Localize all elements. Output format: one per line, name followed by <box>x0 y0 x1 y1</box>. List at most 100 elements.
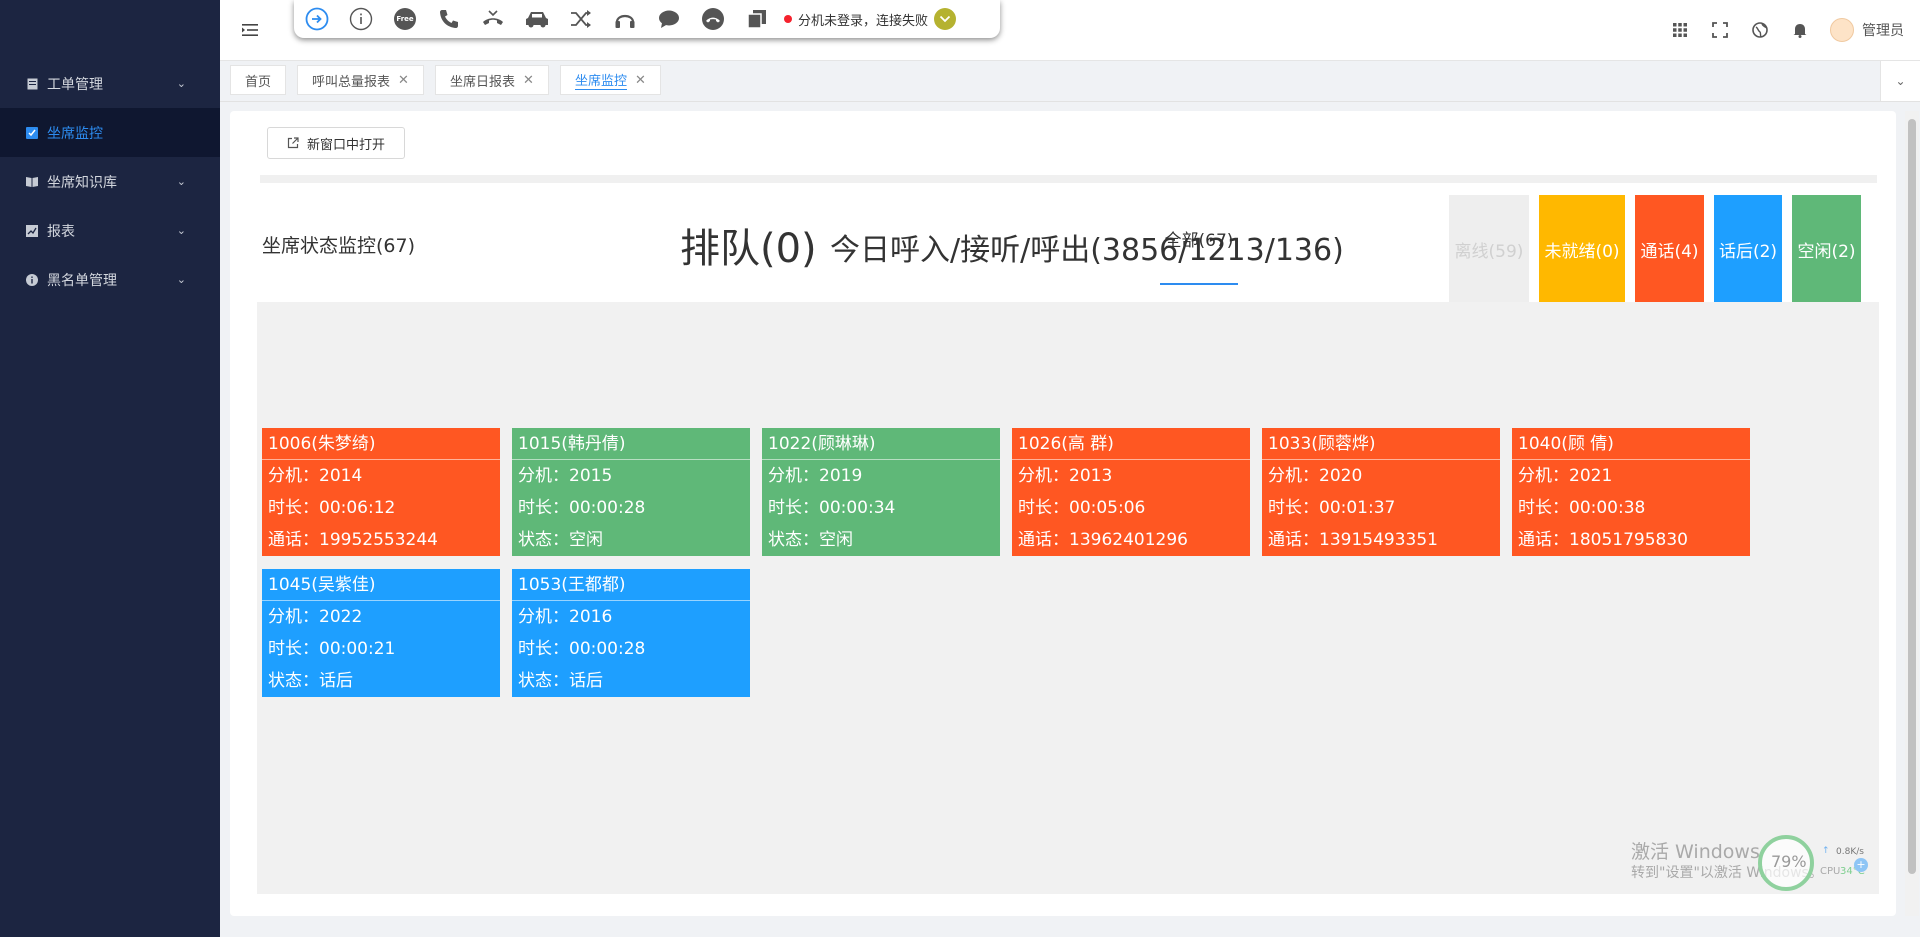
checkbox-icon <box>25 126 39 140</box>
status-dot <box>784 15 792 23</box>
filter-offline[interactable]: 离线(59) <box>1449 195 1529 303</box>
apps-grid-icon[interactable] <box>1670 20 1690 40</box>
sidebar-item-knowledge-base[interactable]: 坐席知识库 ⌄ <box>0 157 220 206</box>
agent-name: 1022(顾琳琳) <box>762 428 1000 460</box>
agent-extension: 分机：2022 <box>268 607 363 627</box>
filter-not-ready[interactable]: 未就绪(0) <box>1539 195 1625 303</box>
sidebar-item-agent-monitor[interactable]: 坐席监控 <box>0 108 220 157</box>
agent-name: 1006(朱梦绮) <box>262 428 500 460</box>
agent-card[interactable]: 1022(顾琳琳) 分机：2019 时长：00:00:34 状态：空闲 <box>762 428 1000 556</box>
agent-name: 1033(顾蓉烨) <box>1262 428 1500 460</box>
sidebar-item-reports[interactable]: 报表 ⌄ <box>0 206 220 255</box>
agent-extension: 分机：2014 <box>268 466 363 486</box>
login-icon[interactable] <box>304 6 330 32</box>
bell-icon[interactable] <box>1790 20 1810 40</box>
scrollbar[interactable] <box>1905 111 1919 916</box>
open-new-window-button[interactable]: 新窗口中打开 <box>267 127 405 159</box>
upload-arrow-icon: ↑ <box>1822 846 1830 856</box>
car-icon[interactable] <box>524 6 550 32</box>
agent-card[interactable]: 1040(顾 倩) 分机：2021 时长：00:00:38 通话：1805179… <box>1512 428 1750 556</box>
chart-icon <box>25 224 39 238</box>
collapse-menu-icon[interactable] <box>240 20 260 40</box>
extension-status: 分机未登录，连接失败 <box>784 8 957 30</box>
agent-name: 1015(韩丹倩) <box>512 428 750 460</box>
tab-label: 首页 <box>245 74 272 90</box>
agent-card[interactable]: 1045(吴紫佳) 分机：2022 时长：00:00:21 状态：话后 <box>262 569 500 697</box>
username[interactable]: 管理员 <box>1862 20 1904 40</box>
cpu-label: CPU <box>1820 866 1841 877</box>
sidebar-item-label: 坐席知识库 <box>47 174 117 191</box>
tab-label: 呼叫总量报表 <box>312 74 391 90</box>
tab-agent-monitor[interactable]: 坐席监控 ✕ <box>560 65 661 95</box>
extension-status-text: 分机未登录，连接失败 <box>798 13 929 29</box>
hangup-icon[interactable] <box>700 6 726 32</box>
copy-icon[interactable] <box>744 6 770 32</box>
agent-extension: 分机：2020 <box>1268 466 1363 486</box>
agent-status-info: 通话：13962401296 <box>1018 530 1188 550</box>
free-icon[interactable]: Free <box>392 6 418 32</box>
plus-icon[interactable]: + <box>1854 858 1868 872</box>
agent-status-info: 状态：空闲 <box>768 530 853 550</box>
tab-agent-daily-report[interactable]: 坐席日报表 ✕ <box>435 65 549 95</box>
agent-duration: 时长：00:01:37 <box>1268 498 1396 518</box>
agent-name: 1045(吴紫佳) <box>262 569 500 601</box>
agent-status-info: 通话：13915493351 <box>1268 530 1438 550</box>
agent-extension: 分机：2013 <box>1018 466 1113 486</box>
agent-card[interactable]: 1026(高 群) 分机：2013 时长：00:05:06 通话：1396240… <box>1012 428 1250 556</box>
agent-name: 1040(顾 倩) <box>1512 428 1750 460</box>
tab-home[interactable]: 首页 <box>230 65 287 95</box>
sidebar-item-label: 工单管理 <box>47 76 103 93</box>
close-icon[interactable]: ✕ <box>398 73 409 88</box>
chevron-down-icon[interactable] <box>934 8 957 30</box>
agent-duration: 时长：00:00:38 <box>1518 498 1646 518</box>
chat-icon[interactable] <box>656 6 682 32</box>
globe-icon[interactable] <box>1750 20 1770 40</box>
document-icon <box>25 77 39 91</box>
sidebar-item-label: 报表 <box>47 223 75 240</box>
agent-card[interactable]: 1006(朱梦绮) 分机：2014 时长：00:06:12 通话：1995255… <box>262 428 500 556</box>
softphone-toolbar: Free 分机未登录，连接失败 <box>294 0 1000 38</box>
agent-card[interactable]: 1053(王都都) 分机：2016 时长：00:00:28 状态：话后 <box>512 569 750 697</box>
sidebar-item-label: 黑名单管理 <box>47 272 117 289</box>
open-new-window-label: 新窗口中打开 <box>306 137 385 153</box>
agent-status-info: 状态：话后 <box>268 671 353 691</box>
filter-in-call[interactable]: 通话(4) <box>1635 195 1704 303</box>
filter-all[interactable]: 全部(67) <box>1160 193 1238 285</box>
filter-idle[interactable]: 空闲(2) <box>1792 195 1861 303</box>
tab-call-total-report[interactable]: 呼叫总量报表 ✕ <box>297 65 424 95</box>
chevron-down-icon: ⌄ <box>176 273 186 286</box>
tabs-menu-chevron-icon[interactable]: ⌄ <box>1880 61 1920 101</box>
tab-label: 坐席日报表 <box>450 74 516 90</box>
phone-icon[interactable] <box>436 6 462 32</box>
agent-extension: 分机：2015 <box>518 466 613 486</box>
sidebar-item-blacklist[interactable]: 黑名单管理 ⌄ <box>0 255 220 304</box>
agent-duration: 时长：00:00:28 <box>518 498 646 518</box>
queue-count: 排队(0) <box>680 226 817 272</box>
info-icon[interactable] <box>348 6 374 32</box>
agent-card[interactable]: 1015(韩丹倩) 分机：2015 时长：00:00:28 状态：空闲 <box>512 428 750 556</box>
avatar[interactable] <box>1830 18 1854 42</box>
close-icon[interactable]: ✕ <box>635 73 646 88</box>
tab-label: 坐席监控 <box>575 70 628 90</box>
chevron-down-icon: ⌄ <box>176 77 186 90</box>
fullscreen-icon[interactable] <box>1710 20 1730 40</box>
agent-duration: 时长：00:00:34 <box>768 498 896 518</box>
sidebar-menu: 工单管理 ⌄ 坐席监控 坐席知识库 ⌄ 报表 ⌄ 黑名单管理 ⌄ <box>0 59 220 304</box>
scrollbar-thumb[interactable] <box>1908 119 1916 874</box>
top-header: Free 分机未登录，连接失败 管理员 <box>220 0 1920 61</box>
headset-icon[interactable] <box>612 6 638 32</box>
agent-grid: 1006(朱梦绮) 分机：2014 时长：00:06:12 通话：1995255… <box>257 302 1879 894</box>
sidebar-item-ticket-management[interactable]: 工单管理 ⌄ <box>0 59 220 108</box>
filter-after-call[interactable]: 话后(2) <box>1714 195 1782 303</box>
close-icon[interactable]: ✕ <box>523 73 534 88</box>
agent-extension: 分机：2021 <box>1518 466 1613 486</box>
chevron-down-icon: ⌄ <box>176 175 186 188</box>
tab-bar: 首页 呼叫总量报表 ✕ 坐席日报表 ✕ 坐席监控 ✕ ⌄ <box>220 61 1920 102</box>
agent-card[interactable]: 1033(顾蓉烨) 分机：2020 时长：00:01:37 通话：1391549… <box>1262 428 1500 556</box>
header-right-tools: 管理员 <box>1670 0 1920 60</box>
shuffle-icon[interactable] <box>568 6 594 32</box>
sidebar-item-label: 坐席监控 <box>47 125 103 142</box>
divider <box>260 175 1877 183</box>
system-monitor-widget[interactable]: 79% ↑ 0.8K/s CPU 34°C + <box>1758 834 1870 892</box>
hangup-transfer-icon[interactable] <box>480 6 506 32</box>
